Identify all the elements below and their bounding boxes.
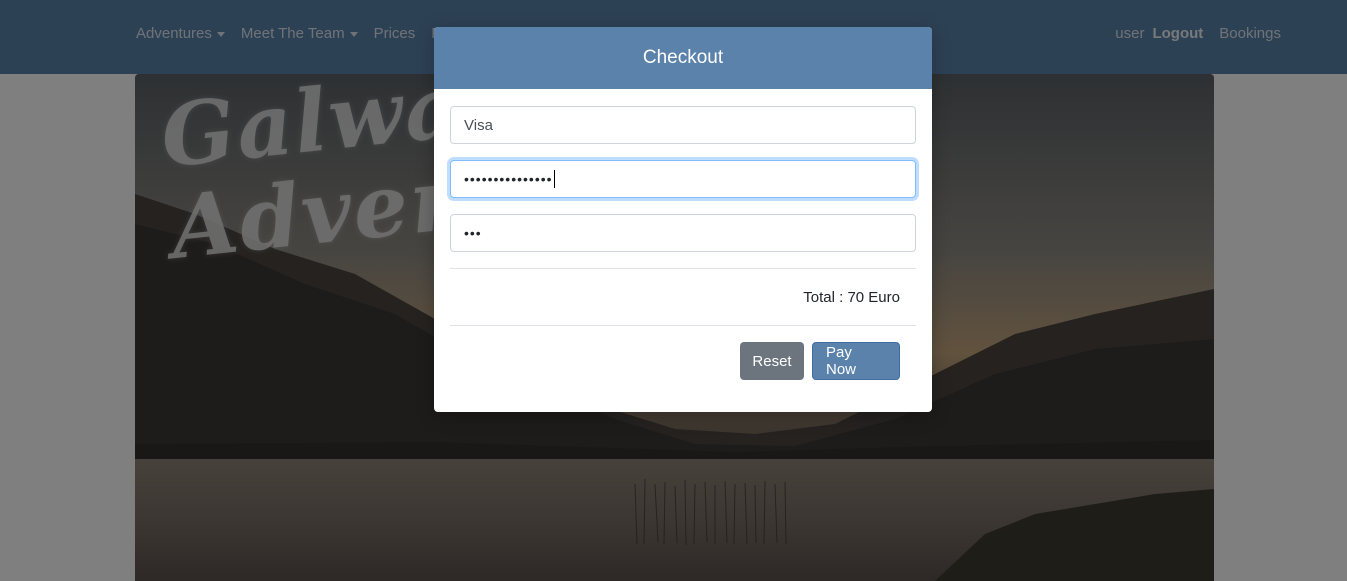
card-type-value: Visa xyxy=(464,116,493,134)
card-number-value: ••••••••••••••• xyxy=(464,171,553,187)
reset-button[interactable]: Reset xyxy=(740,342,804,380)
text-cursor xyxy=(553,170,555,188)
modal-title: Checkout xyxy=(642,47,724,68)
page: Adventures Meet The Team Prices B user L… xyxy=(0,0,1347,581)
cvv-field[interactable]: ••• xyxy=(450,214,916,252)
total-row: Total : 70 Euro xyxy=(450,269,916,325)
modal-body: Visa ••••••••••••••• ••• Total : 70 Euro… xyxy=(434,89,932,380)
checkout-modal: Checkout Visa ••••••••••••••• ••• Total … xyxy=(434,27,932,412)
total-text: Total : 70 Euro xyxy=(803,288,900,306)
cvv-value: ••• xyxy=(464,225,482,241)
pay-now-button[interactable]: Pay Now xyxy=(812,342,900,380)
card-type-field[interactable]: Visa xyxy=(450,106,916,144)
card-number-field[interactable]: ••••••••••••••• xyxy=(450,160,916,198)
modal-header: Checkout xyxy=(434,27,932,89)
modal-footer: Reset Pay Now xyxy=(450,326,916,380)
